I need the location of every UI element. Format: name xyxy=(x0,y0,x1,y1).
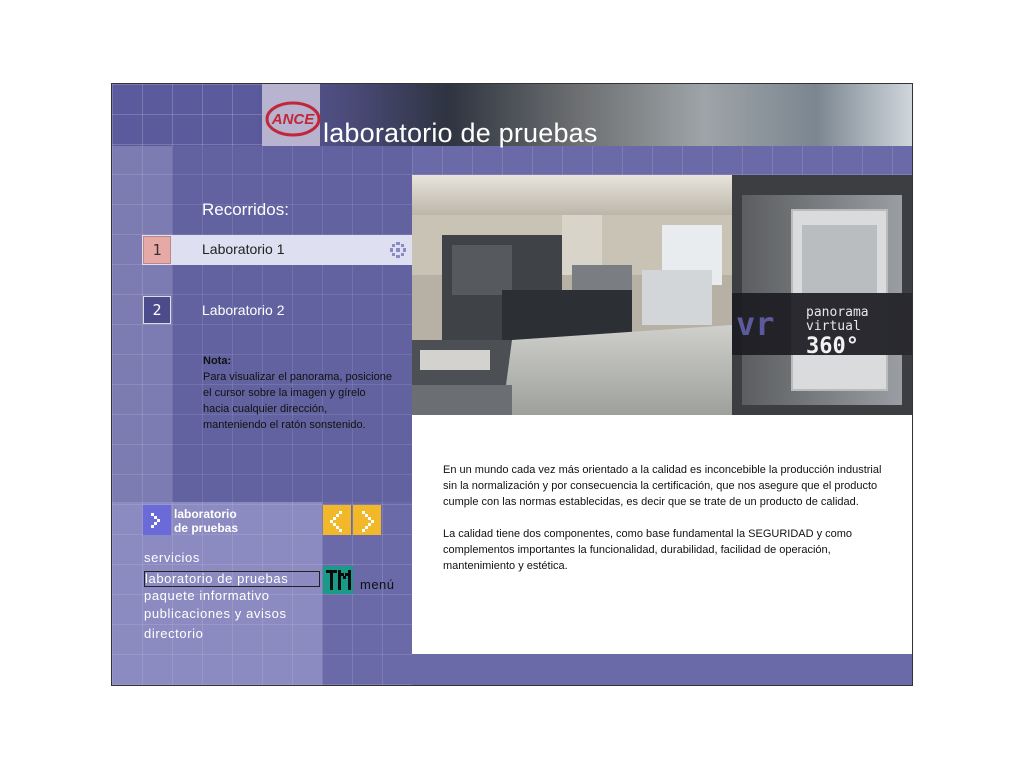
section-arrow-icon xyxy=(143,505,171,535)
menu-icon xyxy=(326,570,351,590)
section-title-line1: laboratorio xyxy=(174,507,237,521)
vr-badge-degrees: 360° xyxy=(806,334,859,359)
logo-text: ANCE xyxy=(271,111,315,128)
vr-badge-line2: virtual xyxy=(806,319,861,334)
note-text: Para visualizar el panorama, posicione e… xyxy=(203,371,392,431)
tour-number-2[interactable]: 2 xyxy=(143,296,171,324)
footer-strip xyxy=(412,654,912,685)
menu-label[interactable]: menú xyxy=(360,577,395,592)
vr-badge-letters: vr xyxy=(736,305,775,343)
page-title: laboratorio de pruebas xyxy=(323,118,598,148)
tour-label-2[interactable]: Laboratorio 2 xyxy=(202,302,285,318)
nav-link-servicios[interactable]: servicios xyxy=(144,550,200,565)
nav-link-directorio[interactable]: directorio xyxy=(144,626,203,641)
vr-badge-line1: panorama xyxy=(806,305,869,320)
left-strip xyxy=(112,146,172,502)
nav-link-laboratorio-de-pruebas[interactable]: laboratorio de pruebas xyxy=(144,571,320,587)
chevron-right-icon xyxy=(362,511,374,532)
menu-button[interactable] xyxy=(323,566,353,594)
section-title-line2: de pruebas xyxy=(174,521,239,535)
tours-heading: Recorridos: xyxy=(202,200,289,219)
body-paragraph-1: En un mundo cada vez más orientado a la … xyxy=(443,464,882,508)
ance-logo[interactable]: ANCE xyxy=(265,100,321,138)
tour-label-1[interactable]: Laboratorio 1 xyxy=(202,241,285,257)
chevron-left-icon xyxy=(330,511,342,532)
prev-button[interactable] xyxy=(323,505,351,535)
selected-indicator-icon xyxy=(390,242,406,258)
note-box: Nota: Para visualizar el panorama, posic… xyxy=(203,353,393,433)
panorama-viewer[interactable]: vr panorama virtual 360° xyxy=(412,175,912,415)
tour-number-1[interactable]: 1 xyxy=(143,236,171,264)
section-title: laboratorio de pruebas xyxy=(174,507,284,535)
nav-link-paquete-informativo[interactable]: paquete informativo xyxy=(144,588,270,603)
body-text: En un mundo cada vez más orientado a la … xyxy=(443,462,883,590)
body-paragraph-2: La calidad tiene dos componentes, como b… xyxy=(443,528,853,572)
note-title: Nota: xyxy=(203,355,232,367)
nav-link-publicaciones-y-avisos[interactable]: publicaciones y avisos xyxy=(144,606,287,621)
header-grid-pattern xyxy=(112,84,262,146)
next-button[interactable] xyxy=(353,505,381,535)
app-frame: ANCE laboratorio de pruebas Recorridos: … xyxy=(111,83,913,686)
